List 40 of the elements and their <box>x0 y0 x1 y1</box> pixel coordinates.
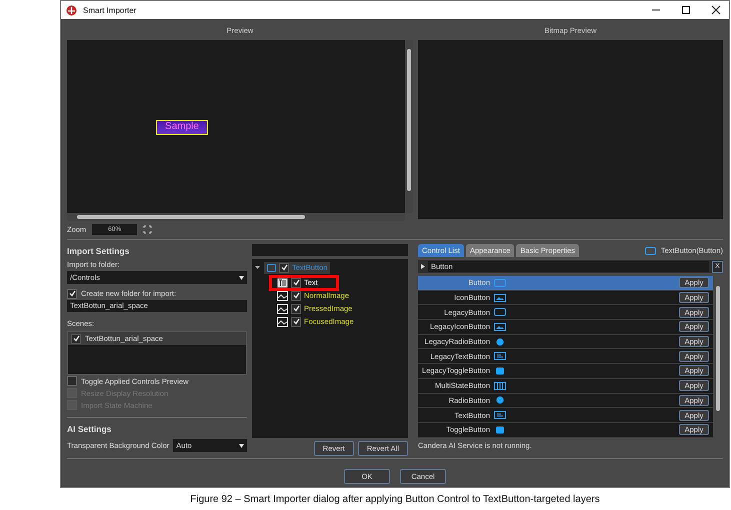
expand-icon[interactable] <box>255 265 260 270</box>
horizontal-scrollbar[interactable] <box>67 213 405 221</box>
image-icon <box>494 294 506 302</box>
section-title: AI Settings <box>67 424 112 436</box>
play-icon[interactable] <box>421 264 425 269</box>
app-logo-icon <box>66 4 77 16</box>
checkbox[interactable] <box>67 288 77 298</box>
radio-icon <box>494 338 506 346</box>
image-layer-icon <box>277 290 288 300</box>
toggle-icon <box>494 426 506 434</box>
image-layer-icon <box>277 316 288 326</box>
tree-filter-field[interactable] <box>252 244 408 256</box>
toggle-icon <box>494 366 506 375</box>
vertical-scrollbar[interactable] <box>405 40 413 213</box>
text-box-icon <box>494 411 506 420</box>
close-icon[interactable] <box>711 5 721 15</box>
text-layer-icon <box>277 278 288 288</box>
fit-icon[interactable] <box>143 224 152 234</box>
segments-icon <box>494 382 506 390</box>
frame-icon <box>494 278 506 287</box>
text-box-icon <box>494 352 506 360</box>
maximize-icon[interactable] <box>681 5 691 15</box>
image-layer-icon <box>277 304 288 314</box>
checkbox[interactable] <box>71 334 81 344</box>
checkbox[interactable] <box>291 304 301 314</box>
checkbox[interactable] <box>67 376 77 386</box>
checkbox[interactable] <box>291 316 301 326</box>
image-icon <box>494 322 506 331</box>
frame-icon <box>494 308 506 316</box>
figure-caption: Figure 92 – Smart Importer dialog after applying Button Control to TextButton-targeted layers <box>189 494 601 505</box>
radio-icon <box>494 396 506 404</box>
caret-icon[interactable] <box>239 276 244 280</box>
window-title: Smart Importer <box>83 6 136 14</box>
section-title: Import Settings <box>67 246 130 258</box>
frame-icon <box>267 264 276 272</box>
checkbox[interactable] <box>291 278 301 288</box>
caret-icon[interactable] <box>239 444 244 448</box>
checkbox[interactable] <box>291 290 301 300</box>
frame-icon <box>644 246 656 254</box>
checkbox[interactable] <box>279 262 289 272</box>
